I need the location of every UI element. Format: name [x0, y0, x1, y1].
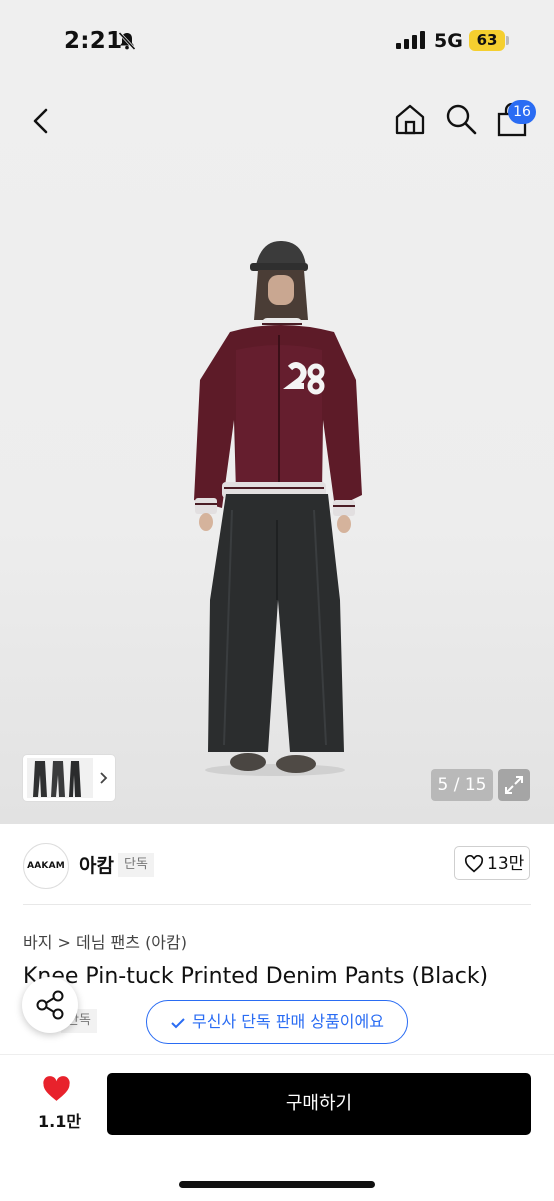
battery-tip: [506, 36, 509, 45]
heart-outline-icon: [464, 855, 484, 873]
heart-filled-icon[interactable]: [42, 1076, 71, 1102]
brand-exclusive-tag: 단독: [118, 853, 154, 877]
product-title: Knee Pin-tuck Printed Denim Pants (Black…: [23, 964, 489, 989]
brand-like-button[interactable]: 13만: [454, 846, 530, 880]
home-indicator: [179, 1181, 375, 1188]
buy-button[interactable]: 구매하기: [107, 1073, 531, 1135]
thumbnail-images: [27, 758, 108, 798]
check-icon: [171, 1017, 185, 1028]
battery-level: 63: [469, 30, 505, 51]
cart-count-badge: 16: [508, 100, 536, 124]
expand-icon[interactable]: [498, 769, 530, 801]
signal-icon: [396, 31, 425, 49]
breadcrumb[interactable]: 바지 > 데님 팬츠 (아캄): [23, 929, 187, 953]
search-icon[interactable]: [444, 102, 478, 136]
like-count: 1.1만: [38, 1112, 82, 1131]
home-icon[interactable]: [393, 102, 427, 136]
exclusive-notice-text: 무신사 단독 판매 상품이에요: [192, 1012, 384, 1031]
network-type: 5G: [434, 30, 463, 52]
back-icon[interactable]: [26, 104, 56, 138]
image-counter: 5 / 15: [431, 769, 493, 801]
exclusive-notice-chip[interactable]: 무신사 단독 판매 상품이에요: [146, 1000, 408, 1044]
bell-muted-icon: [118, 31, 136, 51]
status-time: 2:21: [64, 28, 123, 54]
brand-logo[interactable]: AAKAM: [23, 843, 69, 889]
share-icon: [36, 990, 64, 1020]
divider: [23, 904, 531, 905]
product-image[interactable]: [0, 86, 554, 824]
share-button[interactable]: [22, 977, 78, 1033]
model-illustration: [194, 240, 362, 776]
brand-like-count: 13만: [487, 854, 525, 874]
brand-name[interactable]: 아캄: [79, 851, 114, 878]
thumbnail-strip[interactable]: [23, 755, 115, 801]
